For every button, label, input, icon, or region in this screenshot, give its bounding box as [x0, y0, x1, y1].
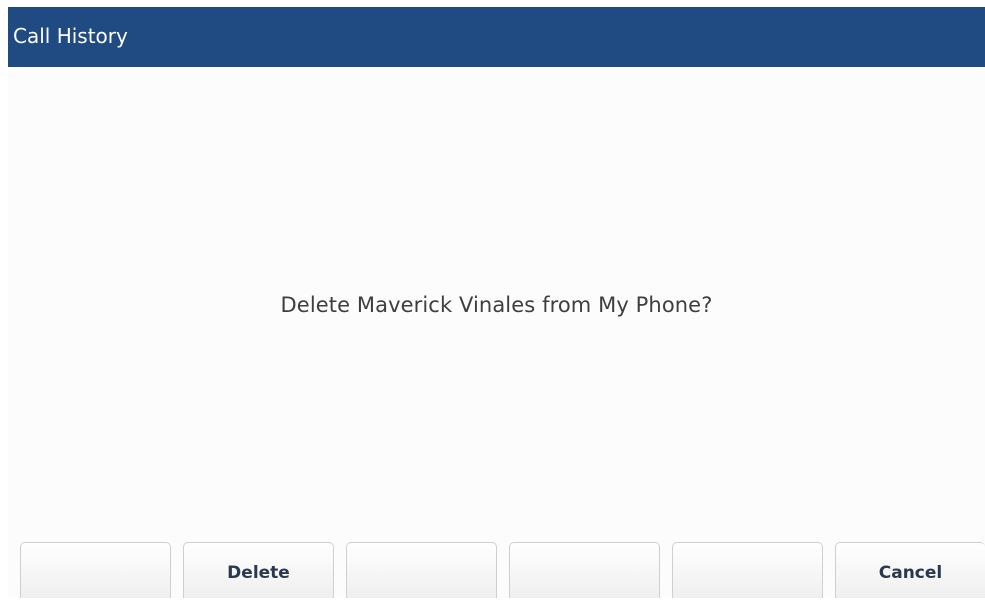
cancel-button[interactable]: Cancel: [835, 542, 985, 598]
confirmation-message: Delete Maverick Vinales from My Phone?: [280, 293, 713, 317]
delete-button[interactable]: Delete: [183, 542, 334, 598]
page-title: Call History: [13, 24, 128, 48]
title-bar: Call History: [8, 7, 985, 67]
softkey-3[interactable]: [346, 542, 497, 598]
phone-screen: Call History Delete Maverick Vinales fro…: [8, 7, 985, 598]
softkey-bar: Delete Cancel: [8, 542, 985, 598]
softkey-4[interactable]: [509, 542, 660, 598]
confirmation-area: Delete Maverick Vinales from My Phone?: [8, 67, 985, 537]
softkey-5[interactable]: [672, 542, 823, 598]
softkey-1[interactable]: [20, 542, 171, 598]
